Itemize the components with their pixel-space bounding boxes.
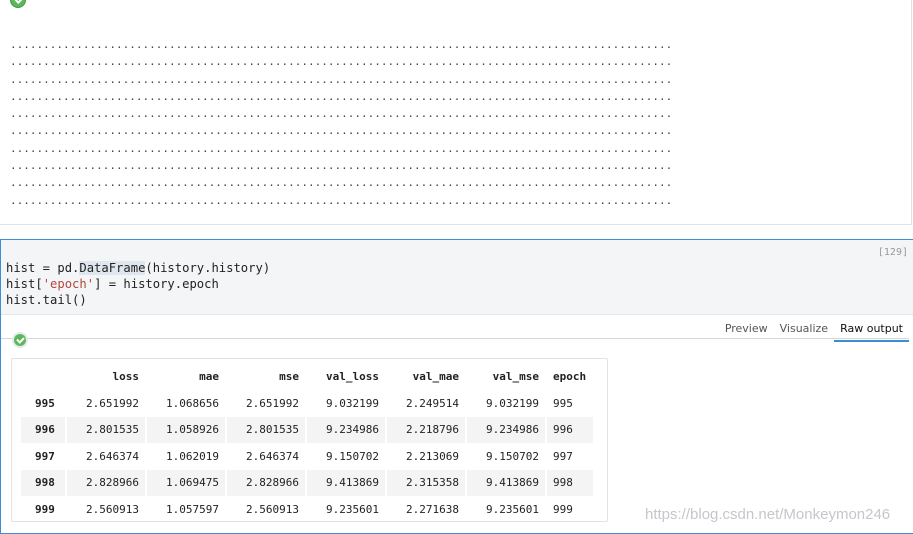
table-header-row: loss mae mse val_loss val_mae val_mse ep…: [21, 364, 593, 390]
table-cell: 9.235601: [486, 502, 539, 516]
table-cell: 9.234986: [307, 417, 385, 443]
table-cell: 9.235601: [326, 502, 379, 516]
table-cell: 1.058926: [147, 417, 225, 443]
table-cell: 2.213069: [406, 449, 459, 463]
table-cell: 1.057597: [166, 502, 219, 516]
table-cell: 2.828966: [67, 470, 145, 496]
table-cell: 2.315358: [387, 470, 465, 496]
table-row: 998 2.828966 1.069475 2.828966 9.413869 …: [21, 470, 593, 496]
table-row: 995 2.651992 1.068656 2.651992 9.032199 …: [21, 391, 593, 417]
table-cell: 1.068656: [166, 396, 219, 410]
table-cell: 2.801535: [67, 417, 145, 443]
success-check-icon: [12, 332, 28, 348]
table-cell: 2.646374: [86, 449, 139, 463]
table-cell: 2.828966: [227, 470, 305, 496]
table-cell: 999: [553, 502, 573, 516]
row-index: 996: [21, 417, 65, 443]
table-cell: 9.032199: [326, 396, 379, 410]
table-cell: 2.218796: [387, 417, 465, 443]
table-row: 997 2.646374 1.062019 2.646374 9.150702 …: [21, 444, 593, 470]
output-divider: [1, 338, 909, 339]
table-cell: 9.032199: [486, 396, 539, 410]
table-cell: 1.069475: [147, 470, 225, 496]
table-cell: 997: [553, 449, 573, 463]
previous-output-cell: ........................................…: [0, 0, 912, 225]
table-cell: 9.150702: [486, 449, 539, 463]
table-cell: 998: [547, 470, 593, 496]
table-row: 999 2.560913 1.057597 2.560913 9.235601 …: [21, 497, 593, 523]
row-index: 999: [35, 502, 55, 516]
column-header: loss: [112, 370, 140, 384]
row-index: 997: [35, 449, 55, 463]
table-cell: 2.801535: [227, 417, 305, 443]
code-cell[interactable]: [129] hist = pd.DataFrame(history.histor…: [0, 239, 913, 534]
column-header: mae: [199, 370, 219, 384]
training-progress-output: ........................................…: [10, 38, 673, 207]
table-cell: 2.560913: [246, 502, 299, 516]
column-header: val_loss: [326, 370, 379, 384]
index-header: [21, 364, 65, 390]
success-check-icon: [10, 0, 26, 8]
column-header: mse: [279, 370, 299, 384]
dataframe-table: loss mae mse val_loss val_mae val_mse ep…: [19, 363, 595, 523]
table-cell: 2.646374: [246, 449, 299, 463]
code-text[interactable]: hist = pd.DataFrame(history.history) his…: [6, 260, 270, 308]
code-editor[interactable]: [129] hist = pd.DataFrame(history.histor…: [1, 240, 913, 315]
column-header: val_mae: [412, 370, 459, 384]
table-cell: 2.271638: [406, 502, 459, 516]
table-cell: 2.249514: [406, 396, 459, 410]
column-header: epoch: [553, 370, 587, 384]
table-cell: 995: [553, 396, 573, 410]
table-cell: 1.062019: [166, 449, 219, 463]
table-cell: 9.413869: [307, 470, 385, 496]
table-row: 996 2.801535 1.058926 2.801535 9.234986 …: [21, 417, 593, 443]
table-cell: 2.560913: [86, 502, 139, 516]
table-cell: 2.651992: [86, 396, 139, 410]
table-cell: 9.413869: [467, 470, 545, 496]
row-index: 998: [21, 470, 65, 496]
table-cell: 996: [547, 417, 593, 443]
table-cell: 9.234986: [467, 417, 545, 443]
execution-count: [129]: [877, 247, 908, 258]
dataframe-output: loss mae mse val_loss val_mae val_mse ep…: [11, 358, 608, 522]
column-header: val_mse: [492, 370, 539, 384]
row-index: 995: [35, 396, 55, 410]
table-cell: 2.651992: [246, 396, 299, 410]
watermark-text: https://blog.csdn.net/Monkeymon246: [645, 506, 891, 523]
table-cell: 9.150702: [326, 449, 379, 463]
